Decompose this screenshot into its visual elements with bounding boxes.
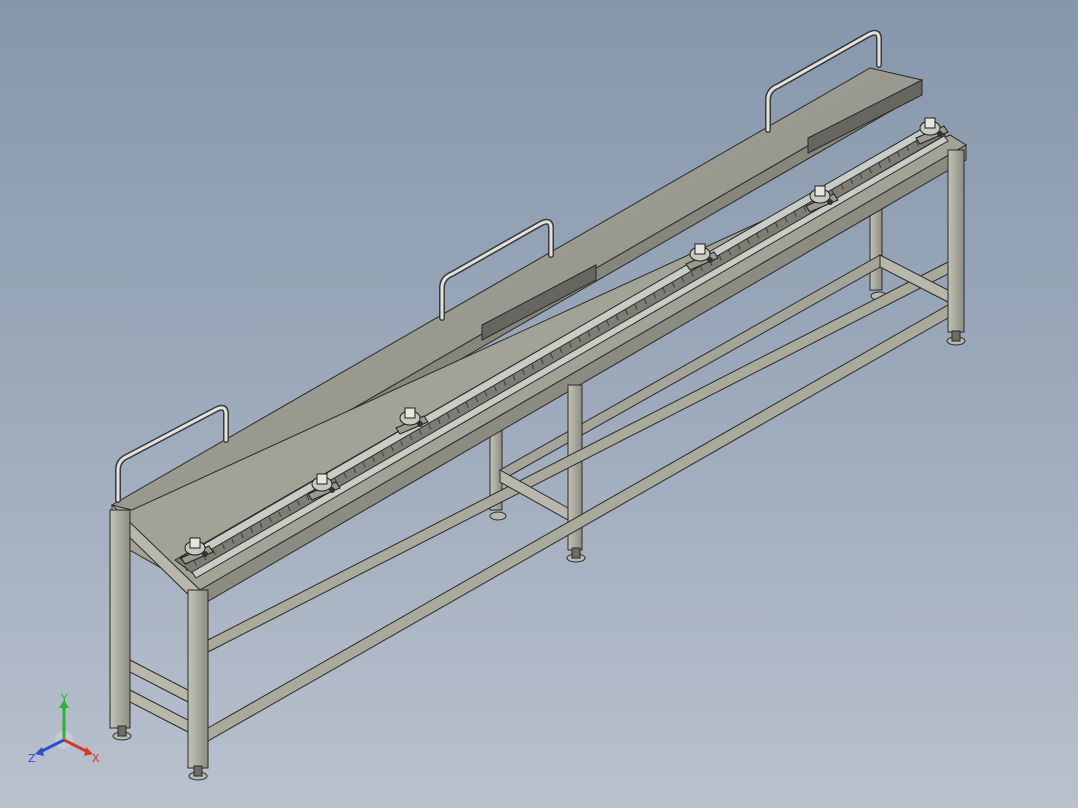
y-axis-label: Y [60,692,68,705]
x-axis-label: X [92,752,100,765]
table-top-frame [111,122,967,608]
z-axis-head [35,747,44,756]
cad-viewport[interactable]: Y X Z [0,0,1078,808]
conveyor-assembly-model[interactable] [0,0,1078,808]
z-axis-label: Z [28,752,36,765]
orientation-triad[interactable]: Y X Z [26,692,106,772]
